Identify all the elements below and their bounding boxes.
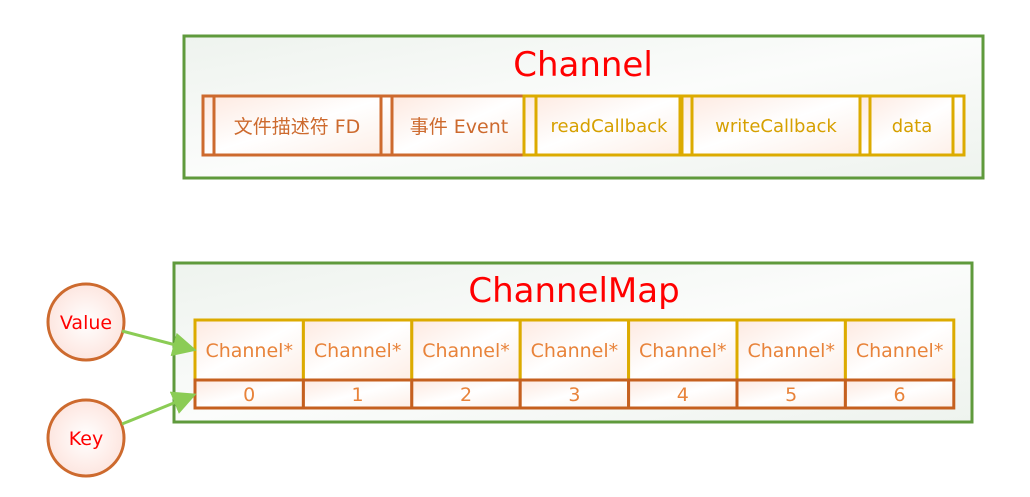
map-entry: Channel* 1 [301, 318, 414, 410]
channel-map-title: ChannelMap [468, 271, 679, 311]
field-event-label: 事件 Event [410, 116, 508, 138]
value-text: Channel* [531, 340, 619, 362]
value-label: Value [60, 312, 112, 334]
map-entry: Channel* 3 [518, 318, 631, 410]
map-entry: Channel* 2 [410, 318, 522, 410]
value-text: Channel* [639, 340, 727, 362]
value-text: Channel* [747, 340, 835, 362]
value-text: Channel* [314, 340, 402, 362]
field-data-label: data [892, 116, 933, 137]
map-entry: Channel* 5 [735, 318, 847, 410]
field-writecallback-label: writeCallback [715, 116, 837, 137]
key-text: 1 [352, 384, 364, 406]
key-label: Key [69, 428, 103, 450]
map-entry: Channel* 0 [193, 318, 305, 410]
key-text: 6 [894, 384, 906, 406]
map-entry: Channel* 4 [627, 318, 739, 410]
diagram: Channel 文件描述符 FD 事件 Event readCallback w… [46, 34, 985, 478]
key-text: 4 [677, 384, 689, 406]
value-node: Value [46, 282, 126, 362]
key-text: 3 [568, 384, 580, 406]
channel-map: ChannelMap Channel*0Channel*1Channel*2Ch… [172, 261, 974, 424]
field-readcallback-label: readCallback [551, 116, 668, 137]
map-entry: Channel* 6 [843, 318, 956, 410]
key-text: 2 [460, 384, 472, 406]
channel-title: Channel [513, 45, 653, 85]
value-text: Channel* [422, 340, 510, 362]
value-text: Channel* [856, 340, 944, 362]
value-text: Channel* [205, 340, 293, 362]
key-text: 5 [785, 384, 797, 406]
channel-struct: Channel 文件描述符 FD 事件 Event readCallback w… [182, 34, 985, 180]
key-text: 0 [243, 384, 255, 406]
field-fd-label: 文件描述符 FD [234, 116, 361, 138]
key-node: Key [46, 398, 126, 478]
